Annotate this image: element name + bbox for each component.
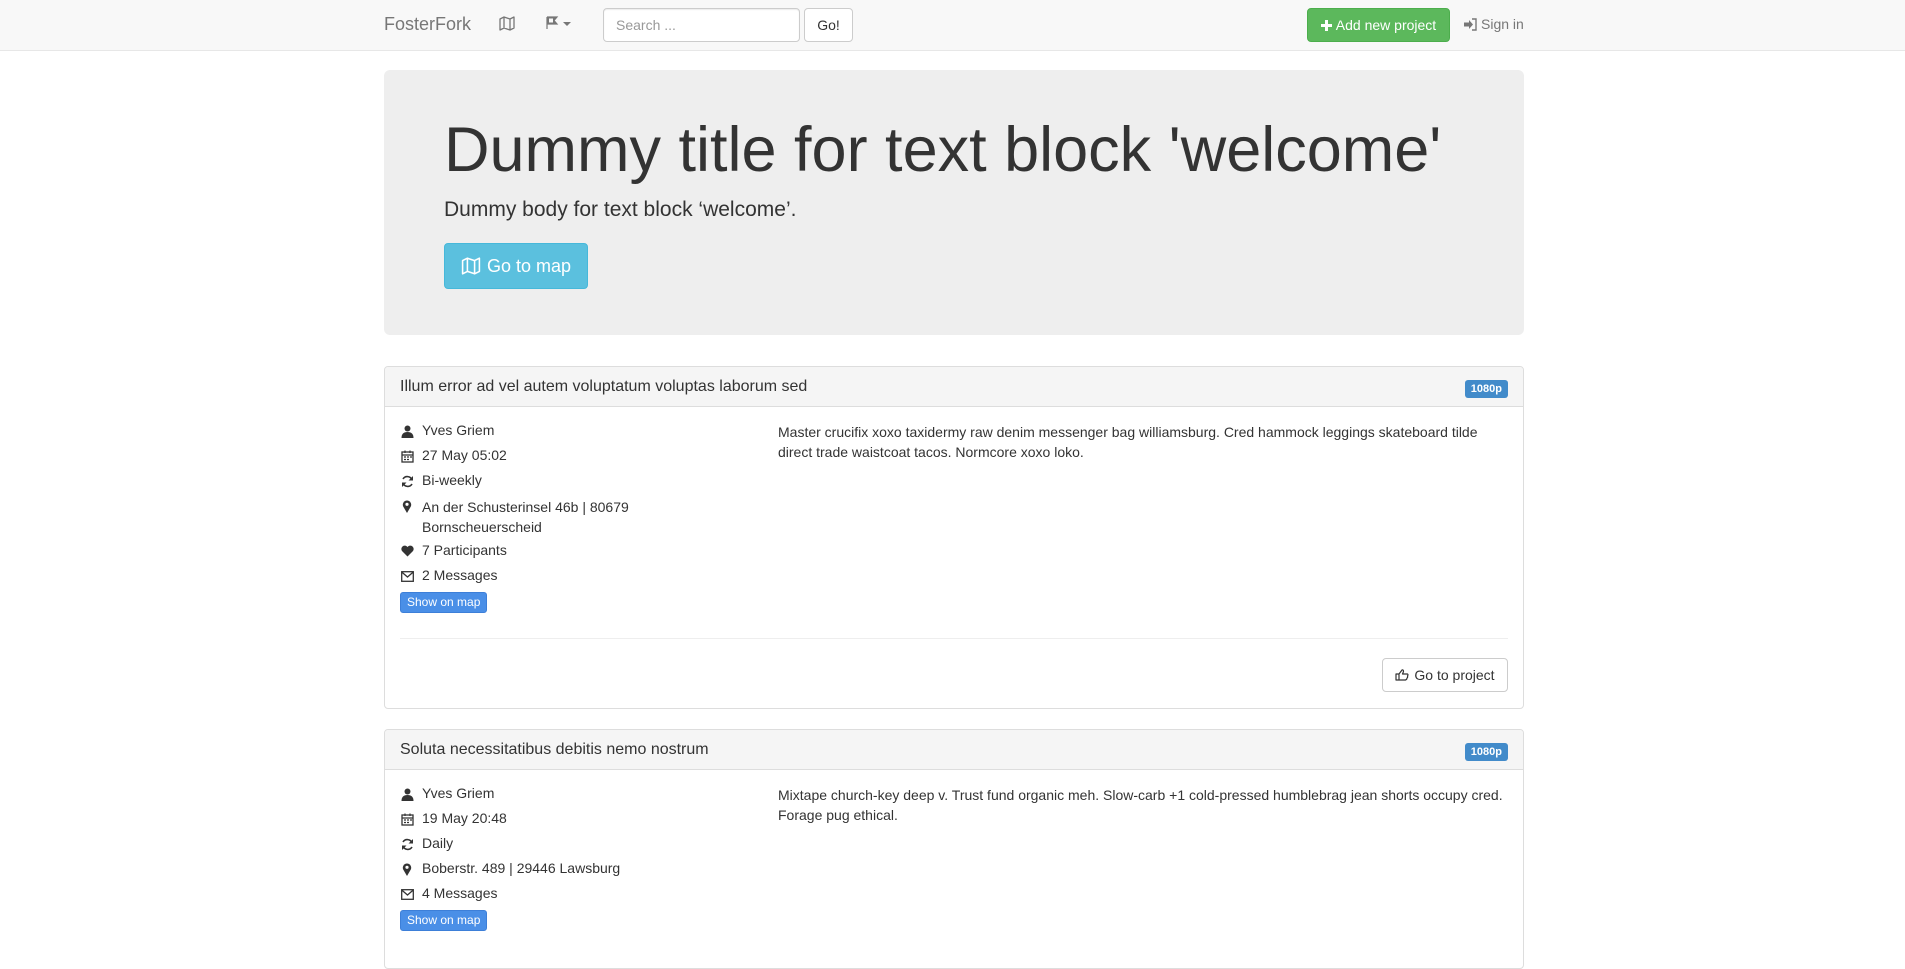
map-icon[interactable]: [499, 16, 515, 34]
refresh-icon: [400, 474, 414, 488]
heart-icon: [400, 544, 414, 558]
sign-in-icon: [1464, 17, 1477, 31]
language-dropdown[interactable]: [546, 16, 571, 30]
search-input[interactable]: [603, 8, 800, 42]
show-on-map-button[interactable]: Show on map: [400, 592, 488, 613]
project-author: Yves Griem: [400, 422, 494, 438]
project-heading: Illum error ad vel autem voluptatum volu…: [385, 367, 1523, 407]
resolution-badge: 1080p: [1464, 380, 1508, 398]
resolution-badge: 1080p: [1464, 743, 1508, 761]
refresh-icon: [400, 837, 414, 851]
project-participants: 7 Participants: [400, 542, 507, 558]
panel-divider: [400, 638, 1508, 639]
project-title: Illum error ad vel autem voluptatum volu…: [400, 378, 808, 395]
project-messages: 4 Messages: [400, 885, 497, 901]
welcome-jumbotron: Dummy title for text block 'welcome' Dum…: [384, 70, 1524, 335]
sign-in-link[interactable]: Sign in: [1464, 16, 1524, 32]
top-navbar: FosterFork Go! Add new project Sign in: [0, 0, 1905, 51]
project-panel: Soluta necessitatibus debitis nemo nostr…: [384, 729, 1524, 969]
project-messages: 2 Messages: [400, 567, 497, 583]
calendar-icon: [400, 812, 414, 826]
brand-link[interactable]: FosterFork: [384, 14, 471, 35]
project-address: Boberstr. 489 | 29446 Lawsburg: [400, 860, 620, 876]
go-to-project-button[interactable]: Go to project: [1382, 658, 1508, 692]
welcome-title: Dummy title for text block 'welcome': [444, 115, 1442, 185]
project-description: Master crucifix xoxo taxidermy raw denim…: [778, 424, 1478, 460]
map-icon: [461, 257, 481, 275]
project-author: Yves Griem: [400, 785, 494, 801]
user-icon: [400, 787, 414, 801]
sign-in-label: Sign in: [1481, 16, 1524, 32]
map-marker-icon: [400, 499, 414, 513]
project-frequency: Daily: [400, 835, 453, 851]
welcome-body: Dummy body for text block ‘welcome’.: [444, 198, 797, 221]
go-to-project-label: Go to project: [1414, 667, 1495, 683]
language-icon: [546, 16, 559, 29]
go-to-map-button[interactable]: Go to map: [444, 243, 588, 289]
plus-icon: [1320, 19, 1332, 31]
project-date: 19 May 20:48: [400, 810, 507, 826]
project-panel: Illum error ad vel autem voluptatum volu…: [384, 366, 1524, 709]
go-to-map-label: Go to map: [486, 255, 572, 276]
project-description: Mixtape church-key deep v. Trust fund or…: [778, 787, 1503, 823]
project-frequency: Bi-weekly: [400, 472, 482, 488]
project-address: An der Schusterinsel 46b | 80679 Bornsch…: [400, 497, 672, 537]
project-title: Soluta necessitatibus debitis nemo nostr…: [400, 741, 709, 758]
map-marker-icon: [400, 862, 414, 876]
chevron-down-icon: [563, 22, 571, 26]
user-icon: [400, 424, 414, 438]
calendar-icon: [400, 449, 414, 463]
envelope-icon: [400, 569, 414, 583]
show-on-map-button[interactable]: Show on map: [400, 910, 488, 931]
project-heading: Soluta necessitatibus debitis nemo nostr…: [385, 730, 1523, 770]
hand-pointer-icon: [1395, 669, 1410, 681]
project-date: 27 May 05:02: [400, 447, 507, 463]
envelope-icon: [400, 887, 414, 901]
add-new-project-label: Add new project: [1335, 17, 1437, 33]
search-go-button[interactable]: Go!: [804, 8, 853, 42]
add-new-project-button[interactable]: Add new project: [1307, 8, 1450, 42]
